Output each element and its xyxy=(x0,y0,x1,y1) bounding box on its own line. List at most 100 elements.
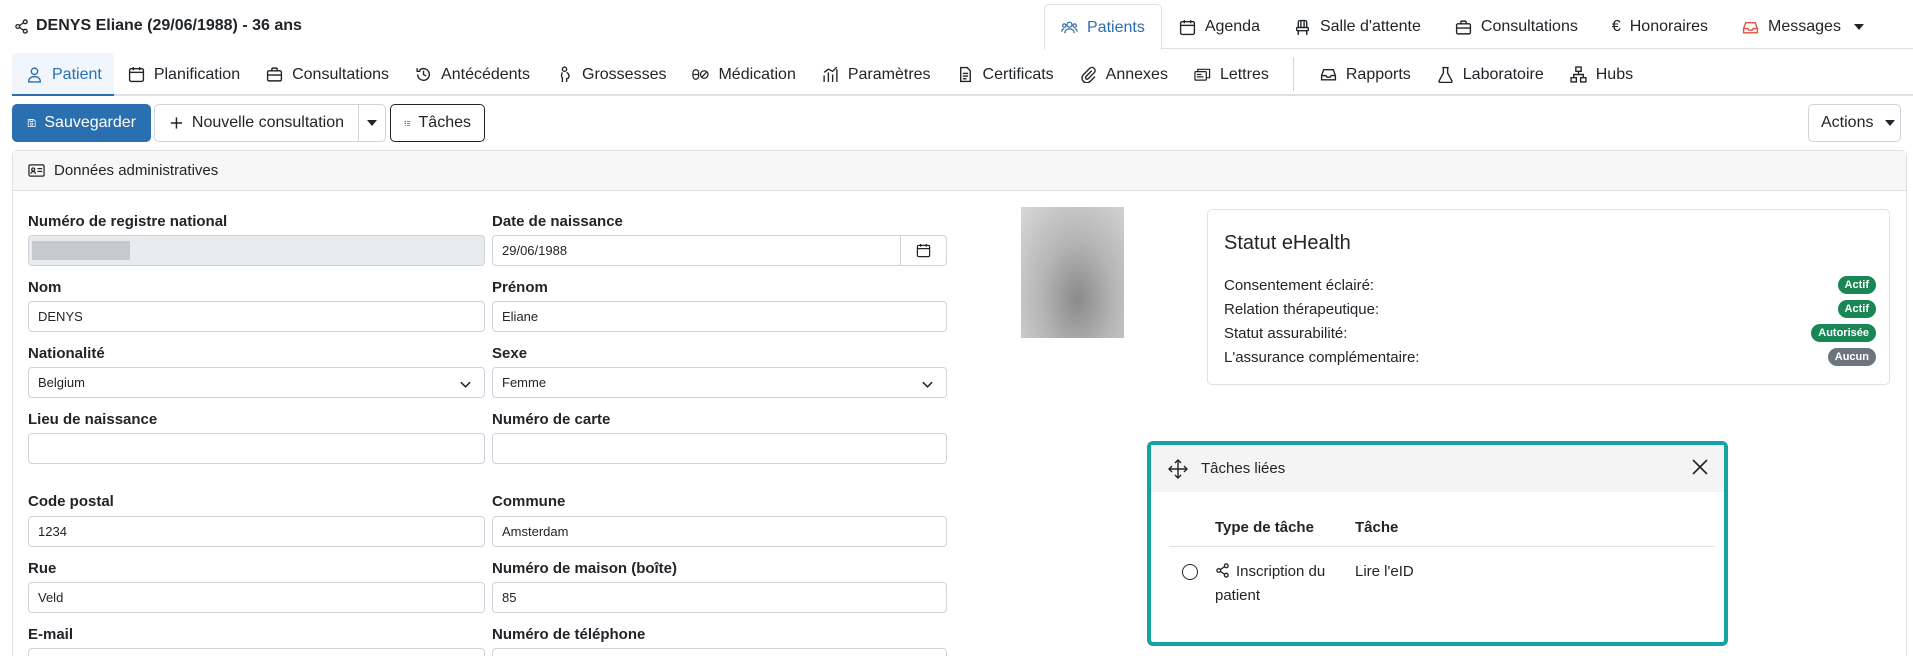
inbox-icon xyxy=(1320,69,1336,81)
chevron-down-icon xyxy=(922,381,933,388)
tab-patients[interactable]: Patients xyxy=(1044,4,1162,50)
card-number-field[interactable] xyxy=(492,433,947,464)
email-field[interactable] xyxy=(28,648,485,656)
patient-title-text: DENYS Eliane (29/06/1988) - 36 ans xyxy=(36,17,302,34)
sex-select[interactable]: Femme xyxy=(492,367,947,398)
status-badge: Aucun xyxy=(1827,348,1876,366)
linked-tasks-header[interactable]: Tâches liées xyxy=(1151,445,1724,492)
document-icon xyxy=(959,66,971,83)
house-number-value: 85 xyxy=(502,590,517,605)
cp-label: Code postal xyxy=(28,493,114,510)
actions-button-label: Actions xyxy=(1821,114,1874,131)
user-icon xyxy=(27,67,42,83)
redacted-value xyxy=(32,241,130,260)
last-name-field[interactable]: DENYS xyxy=(28,301,485,332)
birth-date-field[interactable]: 29/06/1988 xyxy=(492,235,947,266)
birth-date-value: 29/06/1988 xyxy=(502,243,568,258)
email-label: E-mail xyxy=(28,626,74,643)
save-button-label: Sauvegarder xyxy=(44,114,136,131)
subtab-rapports-label: Rapports xyxy=(1345,65,1411,83)
ehealth-row-label: Statut assurabilité: xyxy=(1224,324,1348,342)
subtab-medication[interactable]: Médication xyxy=(678,53,807,96)
letters-icon xyxy=(1194,68,1211,81)
pills-icon xyxy=(692,69,710,80)
column-header-task: Tâche xyxy=(1355,519,1399,536)
flask-icon xyxy=(1438,66,1453,83)
registre-national-field xyxy=(28,235,485,266)
tab-honoraires-label: Honoraires xyxy=(1629,18,1709,35)
main-nav-tabs: Patients Agenda Salle d'attente Consulta… xyxy=(1044,4,1913,50)
calendar-icon xyxy=(1179,19,1195,35)
new-consultation-button[interactable]: Nouvelle consultation xyxy=(154,104,359,142)
street-field[interactable]: Veld xyxy=(28,582,485,613)
patient-sub-nav: Patient Planification Consultations Anté… xyxy=(0,53,1913,96)
street-value: Veld xyxy=(38,590,64,605)
nationality-select[interactable]: Belgium xyxy=(28,367,485,398)
subtab-consultations[interactable]: Consultations xyxy=(252,53,401,96)
ehealth-title: Statut eHealth xyxy=(1224,232,1351,254)
toolbar: Sauvegarder Nouvelle consultation Tâches… xyxy=(12,104,1901,142)
ehealth-row-label: Consentement éclairé: xyxy=(1224,276,1375,294)
table-divider xyxy=(1169,546,1715,547)
municipality-value: Amsterdam xyxy=(502,524,569,539)
house-number-field[interactable]: 85 xyxy=(492,582,947,613)
last-name-value: DENYS xyxy=(38,309,83,324)
subtab-certificats[interactable]: Certificats xyxy=(943,53,1066,96)
euro-icon: € xyxy=(1611,18,1621,35)
ehealth-row: L'assurance complémentaire: Aucun xyxy=(1224,346,1876,368)
subtab-antecedents[interactable]: Antécédents xyxy=(401,53,542,96)
tab-messages-label: Messages xyxy=(1768,18,1841,35)
subtab-planification-label: Planification xyxy=(153,65,241,83)
ehealth-row: Statut assurabilité: Autorisée xyxy=(1224,322,1876,344)
tasks-button[interactable]: Tâches xyxy=(390,104,485,142)
close-icon[interactable] xyxy=(1690,457,1710,477)
task-type-value: Inscription du patient xyxy=(1215,563,1326,604)
sex-value: Femme xyxy=(502,375,547,390)
subtab-medication-label: Médication xyxy=(718,65,796,83)
subtab-hubs[interactable]: Hubs xyxy=(1556,53,1645,96)
tab-agenda[interactable]: Agenda xyxy=(1162,4,1277,49)
postal-code-field[interactable]: 1234 xyxy=(28,516,485,547)
tab-patients-label: Patients xyxy=(1087,18,1145,36)
briefcase-icon xyxy=(266,67,283,82)
subtab-hubs-label: Hubs xyxy=(1595,65,1634,83)
top-bar: DENYS Eliane (29/06/1988) - 36 ans Patie… xyxy=(0,0,1913,50)
patient-title: DENYS Eliane (29/06/1988) - 36 ans xyxy=(14,14,302,38)
subtab-planification[interactable]: Planification xyxy=(114,53,252,96)
card-header: Données administratives xyxy=(13,151,1906,191)
save-button[interactable]: Sauvegarder xyxy=(12,104,151,142)
municipality-field[interactable]: Amsterdam xyxy=(492,516,947,547)
birthplace-field[interactable] xyxy=(28,433,485,464)
tab-consultations[interactable]: Consultations xyxy=(1438,4,1595,49)
tab-messages[interactable]: Messages xyxy=(1725,4,1881,49)
first-name-field[interactable]: Eliane xyxy=(492,301,947,332)
subtab-laboratoire-label: Laboratoire xyxy=(1462,65,1544,83)
ehealth-status-panel: Statut eHealth Consentement éclairé: Act… xyxy=(1207,209,1890,385)
calendar-icon xyxy=(128,67,144,83)
tab-consultations-label: Consultations xyxy=(1480,18,1578,35)
move-icon[interactable] xyxy=(1167,458,1189,480)
date-picker-button[interactable] xyxy=(900,236,946,265)
registre-label: Numéro de registre national xyxy=(28,213,228,230)
subtab-antecedents-label: Antécédents xyxy=(441,65,530,83)
subtab-rapports[interactable]: Rapports xyxy=(1306,53,1423,96)
subtab-laboratoire[interactable]: Laboratoire xyxy=(1423,53,1556,96)
subtab-annexes[interactable]: Annexes xyxy=(1066,53,1180,96)
actions-dropdown-button[interactable]: Actions xyxy=(1808,104,1901,142)
column-header-task-type: Type de tâche xyxy=(1215,519,1314,536)
subtab-lettres[interactable]: Lettres xyxy=(1180,53,1281,96)
subtab-parametres[interactable]: Paramètres xyxy=(808,53,943,96)
subtab-patient[interactable]: Patient xyxy=(12,53,114,96)
subtab-grossesses[interactable]: Grossesses xyxy=(542,53,678,96)
new-consultation-label: Nouvelle consultation xyxy=(191,114,344,131)
task-radio-button[interactable] xyxy=(1182,564,1198,580)
new-consultation-dropdown-toggle[interactable] xyxy=(358,104,386,142)
phone-field[interactable] xyxy=(492,648,947,656)
paperclip-icon xyxy=(1080,66,1096,83)
first-name-value: Eliane xyxy=(502,309,539,324)
carte-label: Numéro de carte xyxy=(492,411,611,428)
tab-honoraires[interactable]: € Honoraires xyxy=(1595,4,1725,49)
nationalite-label: Nationalité xyxy=(28,345,105,362)
tab-salle-attente[interactable]: Salle d'attente xyxy=(1277,4,1438,49)
subtab-certificats-label: Certificats xyxy=(982,65,1054,83)
